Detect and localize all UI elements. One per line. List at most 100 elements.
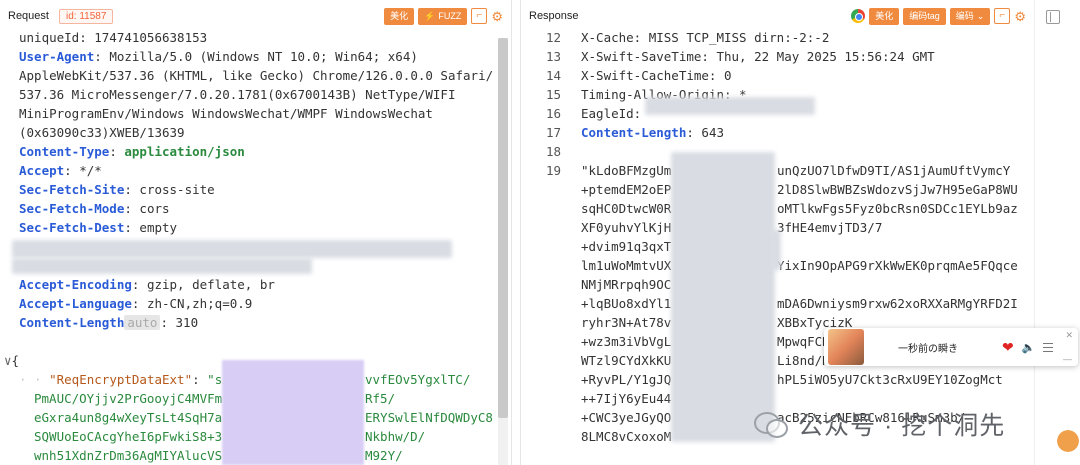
header-sep: :	[124, 182, 140, 197]
code-line: Content-Length auto: 310	[19, 313, 198, 332]
line-number	[521, 294, 561, 313]
line-number	[521, 332, 561, 351]
close-icon[interactable]: ✕	[1065, 330, 1073, 341]
code-line: Accept: */*	[19, 161, 102, 180]
code-line: 537.36 MicroMessenger/7.0.20.1781(0x6700…	[19, 85, 456, 104]
encode-dropdown[interactable]: 编码 ⌄	[949, 7, 991, 25]
code-line: PmAUC/OYjjv2PrGooyjC4MVFm Rf5/	[34, 389, 395, 408]
header-value: empty	[139, 220, 178, 235]
watermark: 公众号 · 挖个洞先	[752, 406, 1005, 442]
line-number	[521, 408, 561, 427]
playlist-icon[interactable]	[1043, 342, 1054, 352]
json-brace: {	[11, 353, 20, 368]
redacted-block	[222, 360, 364, 465]
line-text: +RyvPL/Y1gJQ	[581, 372, 672, 387]
json-value: SQWUoEoCAcgYheI6pFwkiS8+3	[34, 429, 223, 444]
code-line: sqHC0DtwcW0R oMTlkwFgs5Fyz0bcRsn0SDCc1EYL…	[581, 199, 1018, 218]
header-value: 643	[701, 125, 724, 140]
header-sep: :	[109, 144, 125, 159]
code-line: +ptemdEM2oEP 2lD8SlwBWBZsWdozvSjJw7H95eGa…	[581, 180, 1018, 199]
line-text-tail: YixIn9OpAPG9rXkWwEK0prqmAe5FQqce	[777, 258, 1018, 273]
chrome-icon[interactable]	[851, 9, 866, 23]
music-player-popup[interactable]: 一秒前の瞬き ❤ 🔈 ✕ —	[824, 328, 1078, 366]
json-value: PmAUC/OYjjv2PrGooyjC4MVFm	[34, 391, 223, 406]
code-line: "kLdoBFMzgUm unQzUO7lDfwD9TI/AS1jAumUftVy…	[581, 161, 1010, 180]
expand-icon[interactable]: ⌐	[994, 8, 1011, 24]
code-line: XF0yuhvYlKjH 3fHE4emvjTD3/7	[581, 218, 882, 237]
redacted-block	[12, 240, 452, 258]
code-line: WTzl9CYdXkKU Li8nd/N	[581, 351, 830, 370]
heart-icon[interactable]: ❤	[1002, 339, 1014, 356]
line-text-tail: Li8nd/N	[777, 353, 830, 368]
request-id-badge: id: 11587	[58, 8, 114, 24]
collapse-panel-icon[interactable]	[1046, 10, 1060, 24]
wechat-icon	[752, 409, 792, 439]
line-text: +dvim91q3qxT	[581, 239, 672, 254]
redacted-block	[771, 230, 781, 270]
volume-icon[interactable]: 🔈	[1022, 341, 1036, 354]
line-text-tail: oMTlkwFgs5Fyz0bcRsn0SDCc1EYLb9az	[777, 201, 1018, 216]
line-text: ++7IjY6yEu44	[581, 391, 672, 406]
line-text: XF0yuhvYlKjH	[581, 220, 672, 235]
header-sep: :	[94, 49, 110, 64]
gear-icon[interactable]: ⚙	[491, 10, 503, 23]
code-line: X-Cache: MISS TCP_MISS dirn:-2:-2	[581, 28, 829, 47]
code-line: (0x63090c33)XWEB/13639	[19, 123, 185, 142]
json-value-tail: ERYSwlElNfDQWDyC8	[365, 410, 493, 425]
line-number	[521, 351, 561, 370]
auto-badge: auto	[124, 315, 161, 330]
header-value: 310	[175, 315, 199, 330]
header-sep: :	[124, 201, 140, 216]
line-text: X-Cache: MISS TCP_MISS dirn:-2:-2	[581, 30, 830, 45]
code-line: User-Agent: Mozilla/5.0 (Windows NT 10.0…	[19, 47, 418, 66]
line-number: 15	[545, 87, 561, 102]
json-value-tail: Rf5/	[365, 391, 396, 406]
code-line: +RyvPL/Y1gJQ hPL5iWO5yU7Ckt3cRxU9EY10ZogM…	[581, 370, 1003, 389]
redacted-block	[645, 97, 815, 115]
fuzz-button[interactable]: ⚡ FUZZ	[418, 7, 468, 25]
beautify-button[interactable]: 美化	[384, 7, 415, 25]
header-sep: :	[131, 277, 147, 292]
line-text: EagleId:	[581, 106, 642, 121]
code-line: wnh51XdnZrDm36AgMIYAlucVS M92Y/	[34, 446, 403, 465]
header-value: gzip, deflate, br	[146, 277, 275, 292]
code-line: lm1uWoMmtvUX YixIn9OpAPG9rXkWwEK0prqmAe5F…	[581, 256, 1018, 275]
json-key: "ReqEncryptDataExt"	[49, 372, 193, 387]
line-text-tail: mDA6Dwniysm9rxw62xoRXXaRMgYRFD2I	[777, 296, 1018, 311]
code-line: MiniProgramEnv/Windows WindowsWechat/WMP…	[19, 104, 433, 123]
minimize-icon[interactable]: —	[1063, 354, 1072, 364]
gear-icon[interactable]: ⚙	[1014, 10, 1026, 23]
header-key: Sec-Fetch-Site	[19, 182, 125, 197]
redacted-block	[671, 152, 775, 442]
line-number	[521, 275, 561, 294]
encode-tag-button[interactable]: 编码tag	[903, 7, 946, 25]
header-key: User-Agent	[19, 49, 95, 64]
line-number: 14	[545, 68, 561, 83]
line-text: lm1uWoMmtvUX	[581, 258, 672, 273]
line-text-tail: hPL5iWO5yU7Ckt3cRxU9EY10ZogMct	[777, 372, 1003, 387]
song-title: 一秒前の瞬き	[898, 343, 958, 355]
watermark-text: 公众号 · 挖个洞先	[798, 412, 1006, 440]
scrollbar-thumb[interactable]	[498, 38, 508, 418]
expand-icon[interactable]: ⌐	[471, 8, 488, 24]
header-key: Sec-Fetch-Mode	[19, 201, 125, 216]
json-value: wnh51XdnZrDm36AgMIYAlucVS	[34, 448, 223, 463]
code-line: +wz3m3iVbVgL MpwqFCK	[581, 332, 830, 351]
request-scrollbar[interactable]	[498, 38, 508, 465]
line-text: "kLdoBFMzgUm	[581, 163, 672, 178]
line-text: X-Swift-CacheTime: 0	[581, 68, 732, 83]
line-number: 16	[545, 106, 561, 121]
beautify-button[interactable]: 美化	[869, 7, 900, 25]
album-art	[828, 329, 864, 365]
line-number	[521, 256, 561, 275]
indent-guide: · ·	[19, 372, 50, 387]
line-text: NMjMRrpqh9OC	[581, 277, 672, 292]
line-number: 19	[545, 163, 561, 178]
line-text: MiniProgramEnv/Windows WindowsWechat/WMP…	[19, 106, 433, 121]
line-number: 13	[545, 49, 561, 64]
code-line: ∨{	[4, 351, 19, 370]
line-number	[521, 389, 561, 408]
json-value-tail: Nkbhw/D/	[365, 429, 426, 444]
response-title: Response	[529, 10, 579, 22]
line-text: +lqBUo8xdYl1	[581, 296, 672, 311]
